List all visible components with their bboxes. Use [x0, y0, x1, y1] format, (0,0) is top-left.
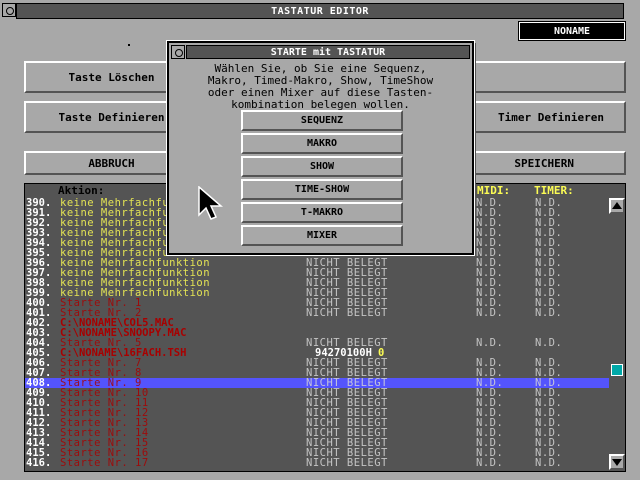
row-number: 416.: [26, 457, 52, 469]
scroll-down-arrow-icon[interactable]: [609, 454, 625, 470]
header-timer: TIMER:: [534, 184, 574, 197]
row-midi: N.D.: [476, 307, 504, 319]
window-title: TASTATUR EDITOR: [16, 3, 624, 19]
option-show-button[interactable]: SHOW: [241, 156, 403, 177]
row-timer: N.D.: [535, 337, 563, 349]
row-midi: N.D.: [476, 337, 504, 349]
dialog-title: STARTE mit TASTATUR: [186, 45, 470, 59]
option-time-show-button[interactable]: TIME-SHOW: [241, 179, 403, 200]
option-sequenz-button[interactable]: SEQUENZ: [241, 110, 403, 131]
scroll-thumb[interactable]: [611, 364, 623, 376]
header-midi: MIDI:: [477, 184, 511, 197]
starte-mit-tastatur-dialog: STARTE mit TASTATUR Wählen Sie, ob Sie e…: [166, 40, 475, 256]
dialog-message: Wählen Sie, ob Sie eine Sequenz, Makro, …: [207, 62, 434, 111]
row-key: NICHT BELEGT: [306, 307, 388, 319]
vertical-scrollbar[interactable]: [609, 198, 625, 470]
mouse-pointer-icon: [198, 186, 224, 220]
close-icon[interactable]: [171, 45, 185, 59]
row-timer: N.D.: [535, 307, 563, 319]
config-name-field[interactable]: NONAME: [518, 21, 626, 41]
scroll-up-arrow-icon[interactable]: [609, 198, 625, 214]
option-makro-button[interactable]: MAKRO: [241, 133, 403, 154]
row-midi: N.D.: [476, 457, 504, 469]
list-row[interactable]: 416. Starte Nr. 17 NICHT BELEGT N.D. N.D.: [25, 457, 610, 469]
row-timer: N.D.: [535, 457, 563, 469]
option-mixer-button[interactable]: MIXER: [241, 225, 403, 246]
header-aktion: Aktion:: [58, 184, 105, 197]
close-icon[interactable]: [2, 3, 16, 17]
option-t-makro-button[interactable]: T-MAKRO: [241, 202, 403, 223]
row-action: Starte Nr. 17: [60, 457, 149, 469]
separator-dot: [128, 44, 130, 46]
row-key: NICHT BELEGT: [306, 457, 388, 469]
